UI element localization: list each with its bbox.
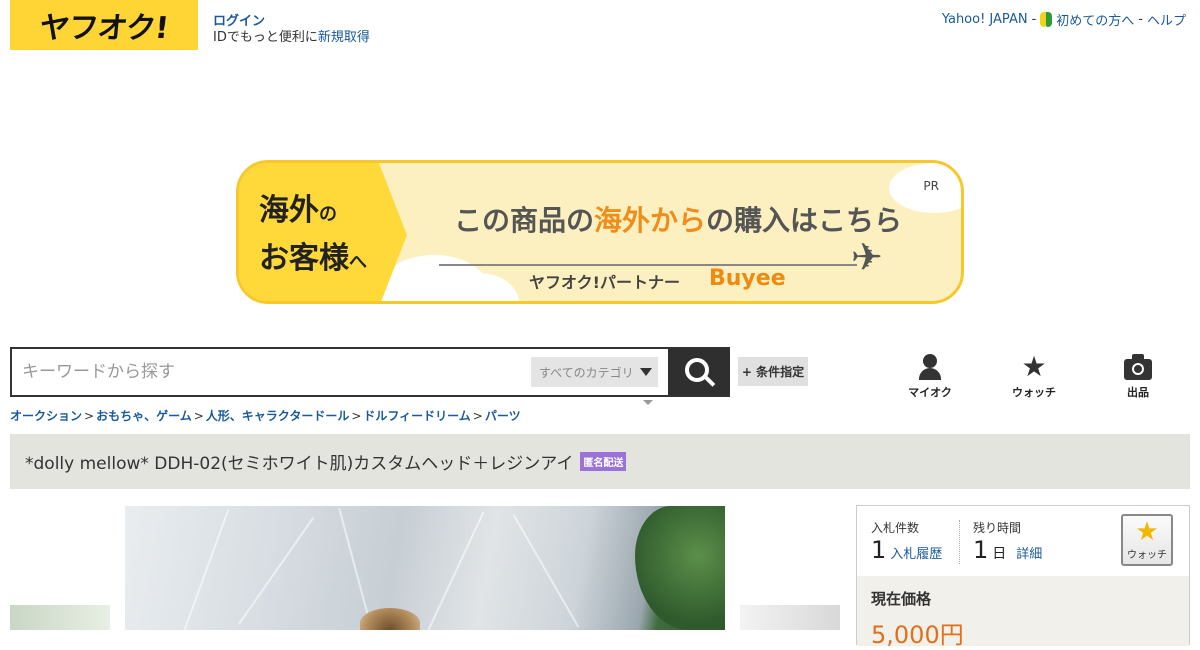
anonymous-shipping-badge: 匿名配送 <box>580 452 627 471</box>
user-icon <box>919 354 941 380</box>
help-link[interactable]: ヘルプ <box>1147 10 1186 29</box>
buyee-logo: Buyee <box>709 266 786 291</box>
register-link[interactable]: 新規取得 <box>318 30 370 45</box>
banner-title-big: お客様 <box>259 241 349 276</box>
breadcrumb-item[interactable]: オークション <box>10 409 82 423</box>
time-left-label: 残り時間 <box>973 521 1022 535</box>
login-sub-text: IDでもっと便利に新規取得 <box>213 26 370 45</box>
banner-main-text: この商品の海外からの購入はこちら <box>454 199 902 239</box>
partner-text: ヤフオク!パートナー <box>529 273 680 292</box>
main-product-image[interactable] <box>125 506 725 630</box>
category-select[interactable]: すべてのカテゴリ <box>531 357 658 387</box>
bids-label: 入札件数 <box>871 521 920 535</box>
breadcrumb-item[interactable]: おもちゃ、ゲーム <box>96 409 192 423</box>
header-separator: - <box>1031 12 1037 27</box>
nav-sell-label: 出品 <box>1127 386 1149 399</box>
search-input[interactable] <box>22 362 522 382</box>
banner-main-highlight: 海外から <box>594 204 707 237</box>
search-button[interactable] <box>668 349 730 395</box>
prev-image-thumbnail[interactable] <box>10 605 110 630</box>
breadcrumb-item[interactable]: 人形、キャラクタードール <box>206 409 350 423</box>
logo-text: ヤフオク! <box>37 11 170 46</box>
header-links: Yahoo! JAPAN - 初めての方へ - ヘルプ <box>942 10 1186 29</box>
bids-count: 1 <box>871 536 887 564</box>
breadcrumb-separator: > <box>193 409 204 423</box>
breadcrumb-item[interactable]: パーツ <box>485 409 521 423</box>
pr-label: PR <box>923 179 939 193</box>
banner-main-before: この商品の <box>454 204 595 237</box>
nav-myauc-label: マイオク <box>908 386 952 399</box>
bid-panel: 入札件数 1 入札履歴 残り時間 1 日詳細 ★ ウォッチ 現在価格 5,000円 <box>856 505 1190 649</box>
nav-sell[interactable]: 出品 <box>1103 354 1173 400</box>
chevron-down-icon <box>639 368 652 376</box>
flight-line <box>439 264 857 266</box>
search-bar: すべてのカテゴリ <box>10 347 730 397</box>
current-price-value: 5,000円 <box>871 621 964 649</box>
nav-watch-label: ウォッチ <box>1012 386 1056 399</box>
search-icon <box>685 358 709 382</box>
breadcrumb-separator: > <box>84 409 95 423</box>
yahuoku-logo[interactable]: ヤフオク! <box>10 0 198 50</box>
star-icon: ★ <box>1135 517 1159 547</box>
airplane-icon: ✈ <box>851 235 883 279</box>
bid-history-link[interactable]: 入札履歴 <box>890 547 942 562</box>
item-title: *dolly mellow* DDH-02(セミホワイト肌)カスタムヘッド＋レジ… <box>25 454 574 474</box>
watch-button[interactable]: ★ ウォッチ <box>1121 514 1173 566</box>
camera-icon <box>1124 354 1152 380</box>
breadcrumb-item[interactable]: ドルフィードリーム <box>363 409 470 423</box>
time-left-value: 1 <box>973 536 989 564</box>
breadcrumb: オークション > おもちゃ、ゲーム > 人形、キャラクタードール > ドルフィードリーム > パ… <box>10 407 521 424</box>
category-select-label: すべてのカテゴリ <box>539 365 634 380</box>
star-icon: ★ <box>1021 350 1047 383</box>
current-price-label: 現在価格 <box>871 590 932 608</box>
banner-title-small: の <box>319 204 337 225</box>
conditions-button[interactable]: + 条件指定 <box>738 357 808 386</box>
watch-button-label: ウォッチ <box>1127 550 1167 561</box>
buyee-banner[interactable]: 海外の お客様へ PR この商品の海外からの購入はこちら ✈ ヤフオク!パートナ… <box>236 160 964 304</box>
header-separator: - <box>1138 12 1143 27</box>
banner-title-small: へ <box>349 252 367 273</box>
login-sub-label: IDでもっと便利に <box>213 30 318 45</box>
beginner-mark-icon <box>1040 12 1053 27</box>
nav-watch[interactable]: ★ ウォッチ <box>999 350 1069 400</box>
next-image-thumbnail[interactable] <box>740 605 840 630</box>
chevron-down-icon <box>643 400 653 405</box>
beginner-guide-link[interactable]: 初めての方へ <box>1056 10 1134 29</box>
banner-title: 海外の お客様へ <box>259 189 367 285</box>
bid-divider <box>959 520 960 564</box>
nav-myauc[interactable]: マイオク <box>895 354 965 400</box>
time-left-unit: 日 <box>992 546 1007 562</box>
breadcrumb-separator: > <box>472 409 483 423</box>
yahoo-japan-link[interactable]: Yahoo! JAPAN <box>942 12 1028 27</box>
breadcrumb-separator: > <box>351 409 362 423</box>
item-title-bar: *dolly mellow* DDH-02(セミホワイト肌)カスタムヘッド＋レジ… <box>10 434 1190 489</box>
banner-title-big: 海外 <box>259 193 319 228</box>
banner-main-after: の購入はこちら <box>706 204 903 237</box>
time-detail-link[interactable]: 詳細 <box>1016 547 1042 562</box>
